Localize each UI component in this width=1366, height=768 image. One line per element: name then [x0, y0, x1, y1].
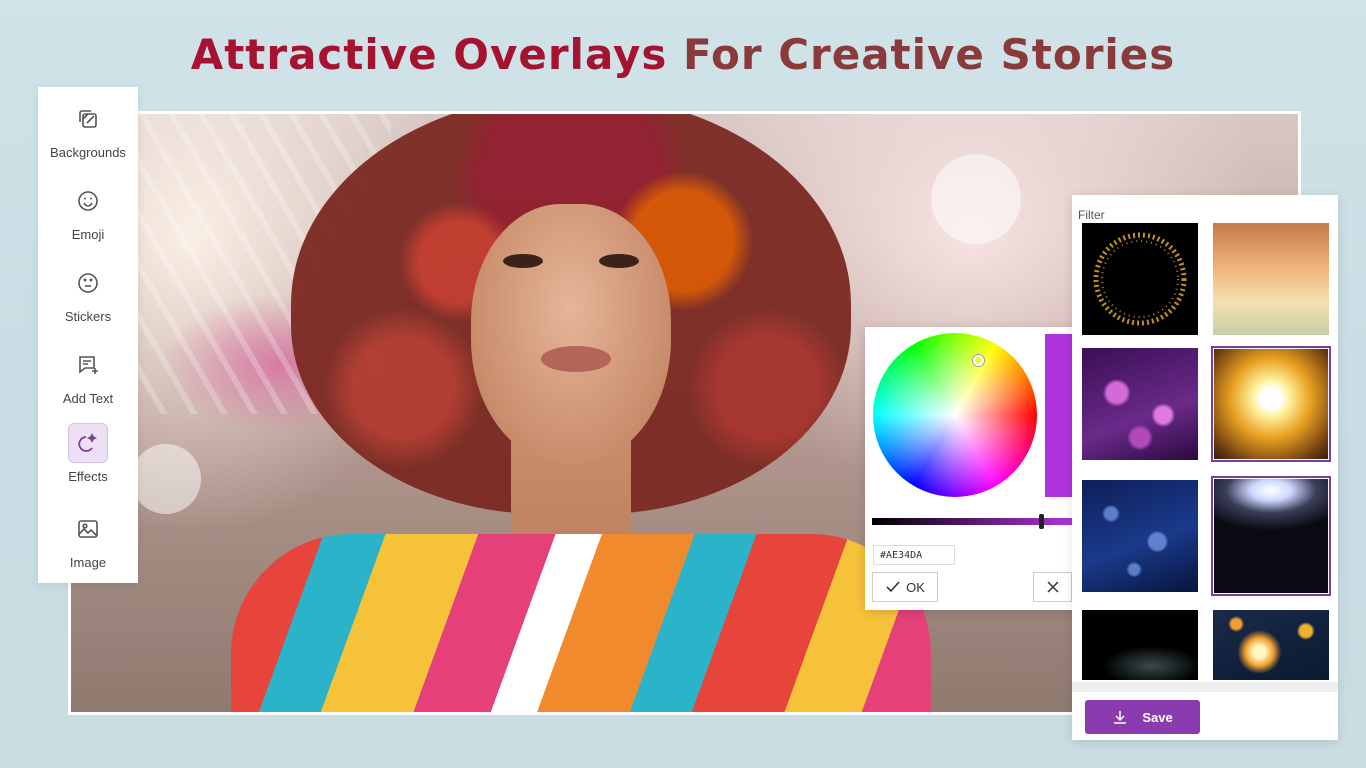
brightness-slider[interactable]	[872, 514, 1072, 529]
save-button-label: Save	[1142, 709, 1173, 725]
bokeh-light	[931, 154, 1021, 244]
download-icon	[1114, 711, 1127, 724]
headline-accent: Attractive Overlays	[190, 30, 668, 79]
check-icon	[886, 581, 900, 593]
filter-panel: Filter Save	[1072, 195, 1338, 740]
sticker-icon	[68, 263, 108, 303]
image-icon	[68, 509, 108, 549]
sidebar-label: Stickers	[64, 309, 112, 324]
sidebar-label: Emoji	[71, 227, 105, 242]
effects-icon	[68, 423, 108, 463]
filter-panel-title: Filter	[1078, 208, 1105, 222]
color-wheel-handle[interactable]	[973, 355, 984, 366]
sidebar-item-add-text[interactable]: Add Text	[38, 341, 138, 421]
sidebar-label: Image	[69, 555, 107, 570]
filter-thumb-purple-bokeh[interactable]	[1082, 348, 1198, 460]
color-picker-popup: #AE34DA OK	[865, 327, 1075, 610]
save-button[interactable]: Save	[1085, 700, 1200, 734]
brightness-slider-thumb[interactable]	[1039, 514, 1044, 529]
sidebar-label: Effects	[68, 469, 108, 484]
headline-rest: For Creative Stories	[683, 30, 1176, 79]
sidebar-item-backgrounds[interactable]: Backgrounds	[38, 95, 138, 175]
filter-thumb-top-light-glow[interactable]	[1211, 476, 1331, 596]
filter-thumb-dark-smoke[interactable]	[1082, 610, 1198, 680]
backgrounds-icon	[68, 99, 108, 139]
portrait-eye-right	[599, 254, 639, 268]
sidebar-label: Add Text	[62, 391, 114, 406]
sidebar-label: Backgrounds	[50, 145, 126, 160]
filter-thumb-blue-bubbles[interactable]	[1082, 480, 1198, 592]
portrait-eye-left	[503, 254, 543, 268]
sidebar-item-image[interactable]: Image	[38, 505, 138, 585]
page-headline: Attractive Overlays For Creative Stories	[0, 30, 1366, 79]
panel-scrollbar-track[interactable]	[1072, 682, 1338, 692]
portrait-lips	[541, 346, 611, 372]
sidebar-item-stickers[interactable]: Stickers	[38, 259, 138, 339]
bokeh-light	[131, 444, 201, 514]
portrait-face	[471, 204, 671, 464]
sidebar-item-effects[interactable]: Effects	[38, 419, 138, 499]
hex-color-input[interactable]: #AE34DA	[873, 545, 955, 565]
add-text-icon	[68, 345, 108, 385]
ok-button[interactable]: OK	[872, 572, 938, 602]
close-icon	[1046, 581, 1059, 593]
ok-button-label: OK	[906, 579, 925, 595]
filter-thumb-orange-fireworks[interactable]	[1213, 610, 1329, 680]
selected-color-swatch	[1045, 334, 1073, 497]
filter-thumb-sunset-clouds[interactable]	[1213, 223, 1329, 335]
filter-thumb-gold-sparkle-ring[interactable]	[1082, 223, 1198, 335]
tools-sidebar: Backgrounds Emoji Stickers Add Text Effe…	[38, 87, 138, 583]
filter-thumb-golden-light-burst[interactable]	[1211, 346, 1331, 462]
emoji-icon	[68, 181, 108, 221]
close-button[interactable]	[1033, 572, 1072, 602]
portrait-shirt	[231, 534, 931, 712]
sidebar-item-emoji[interactable]: Emoji	[38, 177, 138, 257]
color-wheel[interactable]	[873, 333, 1037, 497]
